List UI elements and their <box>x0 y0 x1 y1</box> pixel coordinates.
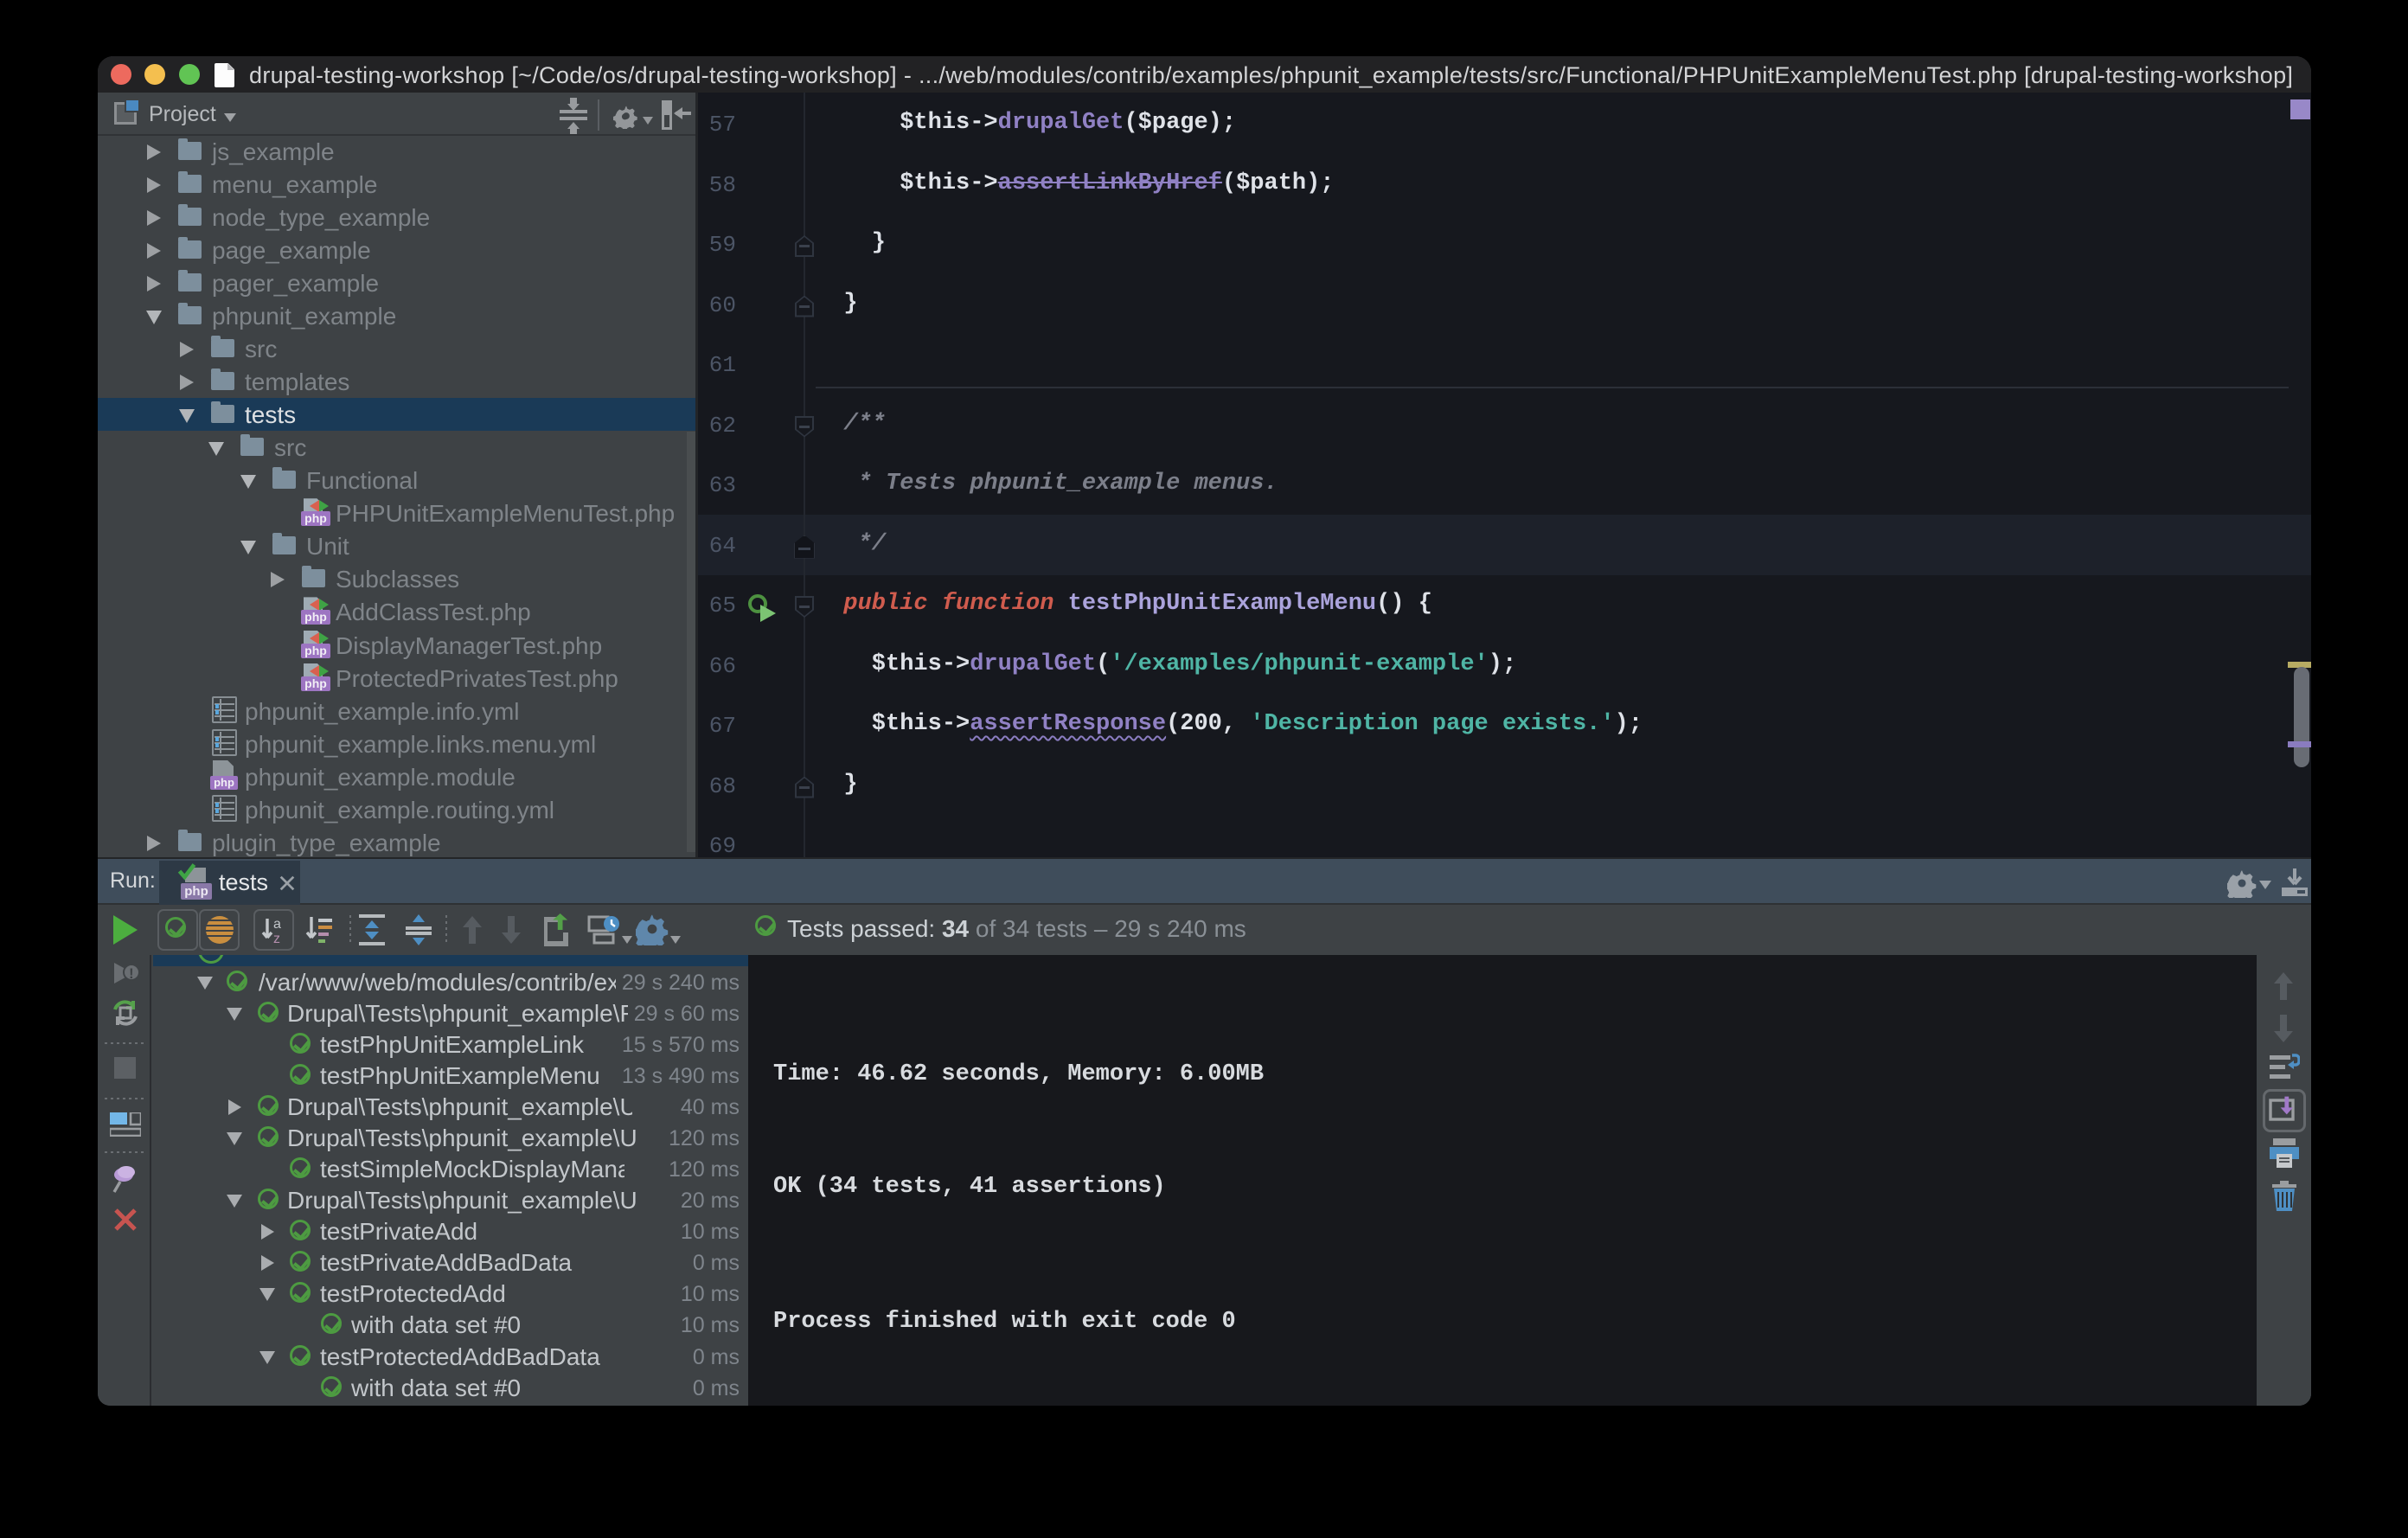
svg-text:a: a <box>273 917 281 932</box>
svg-text:!: ! <box>129 965 134 982</box>
svg-text:z: z <box>273 932 280 945</box>
